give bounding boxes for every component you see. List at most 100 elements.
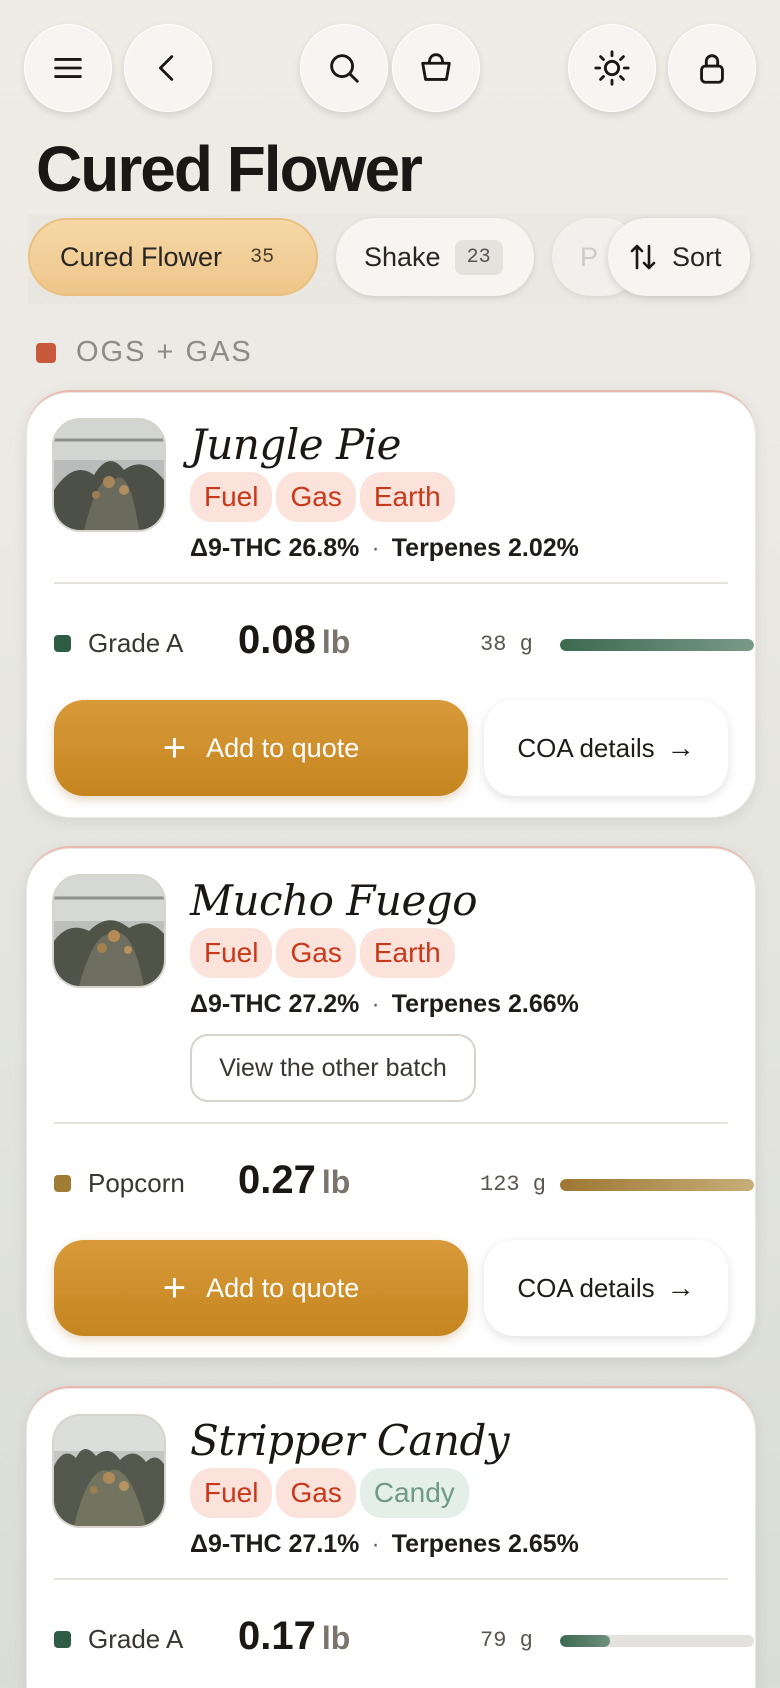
coa-details-button[interactable]: COA details → <box>484 700 728 796</box>
weight-number: 0.17 <box>238 1614 316 1658</box>
add-to-quote-label: Add to quote <box>206 732 360 763</box>
weight-value: 0.08 lb <box>238 618 350 663</box>
flavor-tags: Fuel Gas Earth <box>190 928 459 978</box>
coa-details-label: COA details <box>517 732 655 763</box>
coa-details-button[interactable]: COA details → <box>484 1240 728 1336</box>
flavor-tag: Gas <box>276 472 356 522</box>
page-title: Cured Flower <box>36 133 423 205</box>
view-other-batch-button[interactable]: View the other batch <box>190 1034 476 1102</box>
product-card: Jungle Pie Fuel Gas Earth Δ9-THC 26.8% · T… <box>26 390 756 818</box>
stock-bar-fill <box>560 1635 611 1647</box>
product-thumbnail <box>54 420 164 530</box>
product-thumbnail <box>54 876 164 986</box>
grams-value: 123 g <box>480 1172 547 1197</box>
flavor-tag: Fuel <box>190 472 273 522</box>
potency-stats: Δ9-THC 26.8% · Terpenes 2.02% <box>190 534 579 562</box>
add-to-quote-button[interactable]: + Add to quote <box>54 1240 468 1336</box>
top-toolbar <box>0 24 780 112</box>
sort-button[interactable]: Sort <box>608 218 750 296</box>
inventory-row: Grade A 0.08 lb 38 g <box>54 614 754 674</box>
terpene-value: Terpenes 2.02% <box>391 534 579 562</box>
chip-label: P <box>580 241 599 272</box>
stock-bar-fill <box>560 639 754 651</box>
flavor-tag: Earth <box>359 472 455 522</box>
section-header: OGS + GAS <box>36 336 253 369</box>
sort-label: Sort <box>672 241 722 272</box>
add-to-quote-button[interactable]: + Add to quote <box>54 700 468 796</box>
thc-value: Δ9-THC 27.1% <box>190 1530 360 1558</box>
grams-value: 79 g <box>480 1628 533 1653</box>
cart-button[interactable] <box>392 24 480 112</box>
grade-label: Grade A <box>88 1624 184 1654</box>
grade-dot <box>54 1631 71 1648</box>
grade-dot <box>54 635 71 652</box>
grade-label: Grade A <box>88 628 184 658</box>
coa-details-label: COA details <box>517 1272 655 1303</box>
stock-bar-fill <box>560 1179 754 1191</box>
strain-name: Jungle Pie <box>190 420 402 469</box>
weight-value: 0.27 lb <box>238 1158 350 1203</box>
flavor-tag: Fuel <box>190 928 273 978</box>
filter-chip-cured-flower[interactable]: Cured Flower 35 <box>28 218 318 296</box>
stock-bar <box>560 1635 754 1647</box>
sun-icon <box>594 50 630 86</box>
weight-number: 0.27 <box>238 1158 316 1202</box>
lock-button[interactable] <box>668 24 756 112</box>
back-button[interactable] <box>124 24 212 112</box>
flavor-tag: Fuel <box>190 1468 273 1518</box>
menu-button[interactable] <box>24 24 112 112</box>
plus-icon: + <box>162 1265 187 1310</box>
product-card: Stripper Candy Fuel Gas Candy Δ9-THC 27.… <box>26 1386 756 1688</box>
menu-icon <box>54 58 82 78</box>
search-icon <box>330 54 359 83</box>
strain-name: Mucho Fuego <box>190 876 477 925</box>
chip-label: Cured Flower <box>60 241 223 272</box>
product-card: Mucho Fuego Fuel Gas Earth Δ9-THC 27.2% ·… <box>26 846 756 1358</box>
terpene-value: Terpenes 2.66% <box>391 990 579 1018</box>
add-to-quote-label: Add to quote <box>206 1272 360 1303</box>
plus-icon: + <box>162 725 187 770</box>
grams-value: 38 g <box>480 632 533 657</box>
chip-count: 35 <box>250 245 275 269</box>
section-label: OGS + GAS <box>76 336 253 368</box>
sort-icon <box>630 244 656 270</box>
inventory-row: Grade A 0.17 lb 79 g <box>54 1610 754 1670</box>
strain-name: Stripper Candy <box>190 1416 510 1465</box>
flavor-tag: Earth <box>359 928 455 978</box>
flavor-tags: Fuel Gas Earth <box>190 472 459 522</box>
divider <box>54 1122 728 1124</box>
potency-stats: Δ9-THC 27.2% · Terpenes 2.66% <box>190 990 579 1018</box>
lock-icon <box>700 54 724 84</box>
weight-unit: lb <box>321 1164 351 1200</box>
weight-unit: lb <box>321 624 351 660</box>
divider <box>54 582 728 584</box>
weight-unit: lb <box>321 1620 351 1656</box>
flavor-tag: Candy <box>359 1468 469 1518</box>
arrow-right-icon: → <box>666 732 695 763</box>
back-icon <box>158 55 174 81</box>
chip-count: 23 <box>454 239 503 275</box>
cart-icon <box>421 53 451 81</box>
divider <box>54 1578 728 1580</box>
theme-toggle-button[interactable] <box>568 24 656 112</box>
stock-bar <box>560 1179 754 1191</box>
flavor-tag: Gas <box>276 1468 356 1518</box>
potency-stats: Δ9-THC 27.1% · Terpenes 2.65% <box>190 1530 579 1558</box>
search-button[interactable] <box>300 24 388 112</box>
chip-label: Shake <box>364 241 441 272</box>
arrow-right-icon: → <box>666 1272 695 1303</box>
inventory-row: Popcorn 0.27 lb 123 g <box>54 1154 754 1214</box>
weight-number: 0.08 <box>238 618 316 662</box>
grade-dot <box>54 1175 71 1192</box>
thc-value: Δ9-THC 27.2% <box>190 990 360 1018</box>
terpene-value: Terpenes 2.65% <box>391 1530 579 1558</box>
flavor-tag: Gas <box>276 928 356 978</box>
flavor-tags: Fuel Gas Candy <box>190 1468 473 1518</box>
stock-bar <box>560 639 754 651</box>
thc-value: Δ9-THC 26.8% <box>190 534 360 562</box>
grade-label: Popcorn <box>88 1168 185 1198</box>
section-color-dot <box>36 342 56 363</box>
product-thumbnail <box>54 1416 164 1526</box>
filter-chip-shake[interactable]: Shake 23 <box>336 218 534 296</box>
weight-value: 0.17 lb <box>238 1614 350 1659</box>
